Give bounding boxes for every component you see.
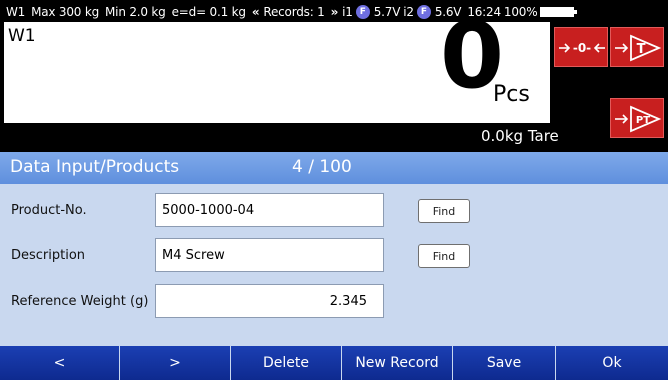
input1-f-icon: F (355, 5, 370, 19)
tare-readout: 0.0kg Tare (481, 127, 559, 145)
description-field[interactable]: M4 Screw (155, 238, 384, 272)
zero-key-label: -0- (573, 41, 591, 55)
action-bar: < > Delete New Record Save Ok (0, 346, 668, 380)
save-button[interactable]: Save (453, 346, 556, 380)
delete-button[interactable]: Delete (231, 346, 342, 380)
display-channel: W1 (8, 26, 36, 46)
description-find-button[interactable]: Find (418, 244, 470, 268)
product-form: Product-No. 5000-1000-04 Find Descriptio… (0, 184, 668, 346)
status-max: Max 300 kg (31, 5, 100, 19)
section-header: Data Input/Products 4 / 100 (0, 152, 668, 184)
preset-tare-key-button[interactable]: PT (610, 98, 664, 138)
battery-percent: 100% (503, 5, 538, 19)
input1-voltage: 5.7V (373, 5, 401, 19)
record-counter: 4 / 100 (292, 157, 352, 177)
tare-key-label: T (637, 42, 646, 57)
battery-icon (540, 7, 578, 17)
status-channel: W1 (6, 5, 26, 19)
input2-f-icon: F (416, 5, 431, 19)
scale-display: W1 Max 300 kg Min 2.0 kg e=d= 0.1 kg « R… (0, 0, 668, 152)
preset-tare-arrow-icon: PT (615, 105, 662, 133)
zero-arrows-icon: -0- (559, 41, 605, 55)
reference-weight-label: Reference Weight (g) (11, 294, 149, 309)
records-count: Records: 1 (263, 5, 325, 19)
records-next-icon[interactable]: » (331, 5, 339, 19)
tare-arrow-icon: T (615, 34, 662, 62)
next-record-button[interactable]: > (120, 346, 231, 380)
prev-record-button[interactable]: < (0, 346, 120, 380)
product-no-label: Product-No. (11, 203, 87, 218)
status-min: Min 2.0 kg (105, 5, 166, 19)
preset-tare-key-label: PT (636, 115, 650, 126)
status-division: e=d= 0.1 kg (171, 5, 246, 19)
weight-unit: Pcs (493, 82, 530, 107)
product-no-field[interactable]: 5000-1000-04 (155, 193, 384, 227)
description-label: Description (11, 248, 86, 263)
records-prev-icon[interactable]: « (252, 5, 260, 19)
input2-label: i2 (403, 5, 414, 19)
page-title: Data Input/Products (10, 157, 180, 177)
status-bar: W1 Max 300 kg Min 2.0 kg e=d= 0.1 kg « R… (6, 3, 668, 21)
product-find-button[interactable]: Find (418, 199, 470, 223)
reference-weight-field[interactable]: 2.345 (155, 284, 384, 318)
tare-key-button[interactable]: T (610, 27, 664, 67)
input1-label: i1 (342, 5, 353, 19)
new-record-button[interactable]: New Record (342, 346, 453, 380)
ok-button[interactable]: Ok (556, 346, 668, 380)
zero-key-button[interactable]: -0- (554, 27, 608, 67)
weight-panel: W1 0 Pcs (4, 10, 550, 123)
